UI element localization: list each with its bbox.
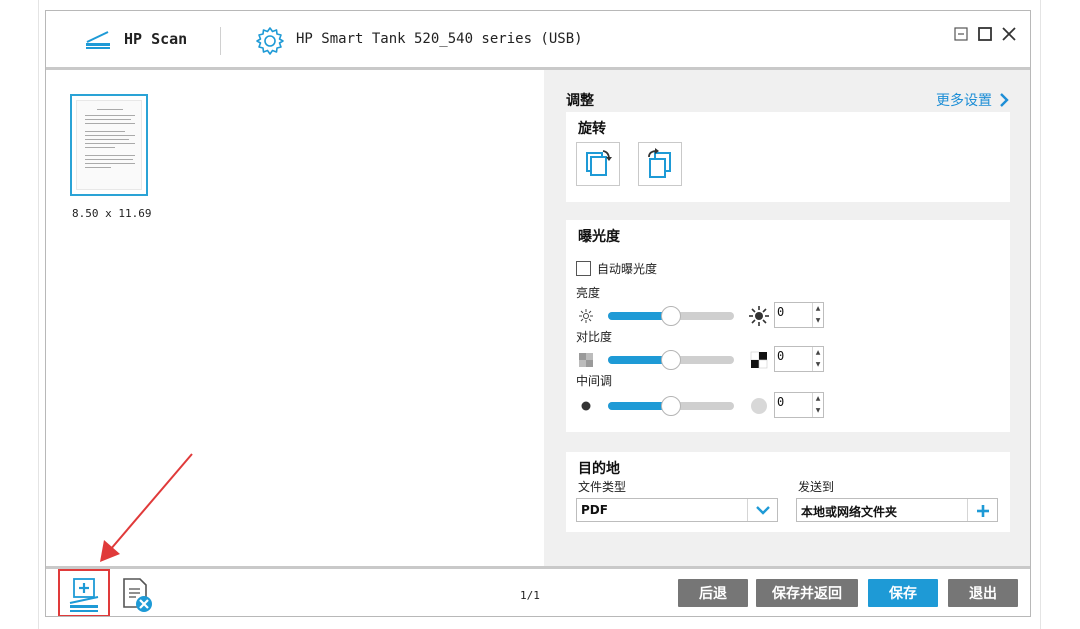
brightness-low-icon (579, 309, 593, 323)
annotation-arrow (100, 453, 193, 562)
brightness-value[interactable]: 0 (777, 305, 784, 319)
auto-exposure-label: 自动曝光度 (597, 262, 658, 276)
midtone-label: 中间调 (576, 374, 613, 388)
auto-exposure-checkbox[interactable]: 自动曝光度 (576, 260, 657, 277)
rotate-right-icon (648, 148, 671, 178)
page-thumbnail[interactable] (70, 94, 148, 196)
brightness-slider-handle[interactable] (661, 306, 681, 326)
midtone-dark-icon (581, 401, 591, 411)
rotate-left-button[interactable] (576, 142, 620, 186)
scanner-icon (86, 31, 110, 49)
plus-icon (977, 505, 989, 517)
contrast-label: 对比度 (576, 330, 613, 344)
bottom-bar: 1/1 后退 保存并返回 保存 退出 (46, 569, 1030, 616)
contrast-slider[interactable] (608, 350, 734, 370)
adjust-panel: 调整 更多设置 旋转 曝光度 自动曝光度 亮度 0 ▲ ▼ 对比度 0 ▲ ▼ … (544, 70, 1030, 566)
minimize-icon[interactable] (952, 25, 970, 43)
app-name: HP Scan (124, 30, 188, 48)
add-destination-button[interactable] (967, 499, 997, 521)
gear-icon[interactable] (254, 25, 286, 57)
rotate-title: 旋转 (578, 121, 606, 137)
more-settings-label: 更多设置 (936, 93, 992, 109)
save-and-return-button[interactable]: 保存并返回 (756, 579, 858, 607)
device-name: HP Smart Tank 520_540 series (USB) (296, 31, 583, 47)
rotate-left-icon (586, 150, 612, 176)
send-to-value: 本地或网络文件夹 (801, 505, 898, 519)
midtone-slider-handle[interactable] (661, 396, 681, 416)
stepper-up-icon[interactable]: ▲ (813, 393, 823, 405)
exposure-card: 曝光度 自动曝光度 亮度 0 ▲ ▼ 对比度 0 ▲ ▼ 中间调 0 ▲ ▼ (566, 220, 1010, 432)
more-settings-link[interactable]: 更多设置 (936, 90, 1010, 110)
panel-title: 调整 (566, 93, 594, 109)
file-type-dropdown-button[interactable] (747, 499, 777, 521)
send-to-select[interactable]: 本地或网络文件夹 (796, 498, 998, 522)
send-to-label: 发送到 (798, 480, 835, 494)
file-type-label: 文件类型 (578, 480, 627, 494)
add-page-icon[interactable] (66, 577, 102, 613)
screenshot: HP Scan HP Smart Tank 520_540 series (US… (0, 0, 1080, 629)
rotate-card: 旋转 (566, 112, 1010, 202)
brightness-slider[interactable] (608, 306, 734, 326)
stepper-up-icon[interactable]: ▲ (813, 303, 823, 315)
midtone-value[interactable]: 0 (777, 395, 784, 409)
delete-page-icon[interactable] (118, 577, 154, 613)
close-icon[interactable] (1000, 25, 1018, 43)
contrast-stepper[interactable]: 0 ▲ ▼ (774, 346, 824, 372)
destination-card: 目的地 文件类型 发送到 PDF 本地或网络文件夹 (566, 452, 1010, 532)
brightness-stepper[interactable]: 0 ▲ ▼ (774, 302, 824, 328)
midtone-slider[interactable] (608, 396, 734, 416)
file-type-value: PDF (581, 503, 608, 517)
rotate-right-button[interactable] (638, 142, 682, 186)
back-button[interactable]: 后退 (678, 579, 748, 607)
exposure-title: 曝光度 (578, 229, 620, 245)
chevron-right-icon (1000, 93, 1009, 107)
midtone-light-icon (751, 398, 767, 414)
midtone-slider-row: 0 ▲ ▼ (576, 392, 1006, 420)
brightness-label: 亮度 (576, 286, 601, 300)
title-bar: HP Scan HP Smart Tank 520_540 series (US… (46, 11, 1030, 67)
stepper-down-icon[interactable]: ▼ (813, 405, 823, 417)
chevron-down-icon (756, 506, 770, 515)
page-indicator: 1/1 (520, 589, 540, 602)
exit-button[interactable]: 退出 (948, 579, 1018, 607)
stepper-down-icon[interactable]: ▼ (813, 359, 823, 371)
save-button[interactable]: 保存 (868, 579, 938, 607)
contrast-high-icon (750, 351, 768, 369)
contrast-slider-handle[interactable] (661, 350, 681, 370)
stepper-down-icon[interactable]: ▼ (813, 315, 823, 327)
stepper-up-icon[interactable]: ▲ (813, 347, 823, 359)
midtone-stepper[interactable]: 0 ▲ ▼ (774, 392, 824, 418)
contrast-slider-row: 0 ▲ ▼ (576, 346, 1006, 374)
brightness-high-icon (749, 306, 769, 326)
contrast-value[interactable]: 0 (777, 349, 784, 363)
brightness-slider-row: 0 ▲ ▼ (576, 302, 1006, 330)
checkbox-box[interactable] (576, 261, 591, 276)
thumbnail-size-label: 8.50 x 11.69 (72, 207, 152, 220)
maximize-icon[interactable] (976, 25, 994, 43)
file-type-select[interactable]: PDF (576, 498, 778, 522)
destination-title: 目的地 (578, 461, 620, 477)
contrast-low-icon (579, 353, 593, 367)
